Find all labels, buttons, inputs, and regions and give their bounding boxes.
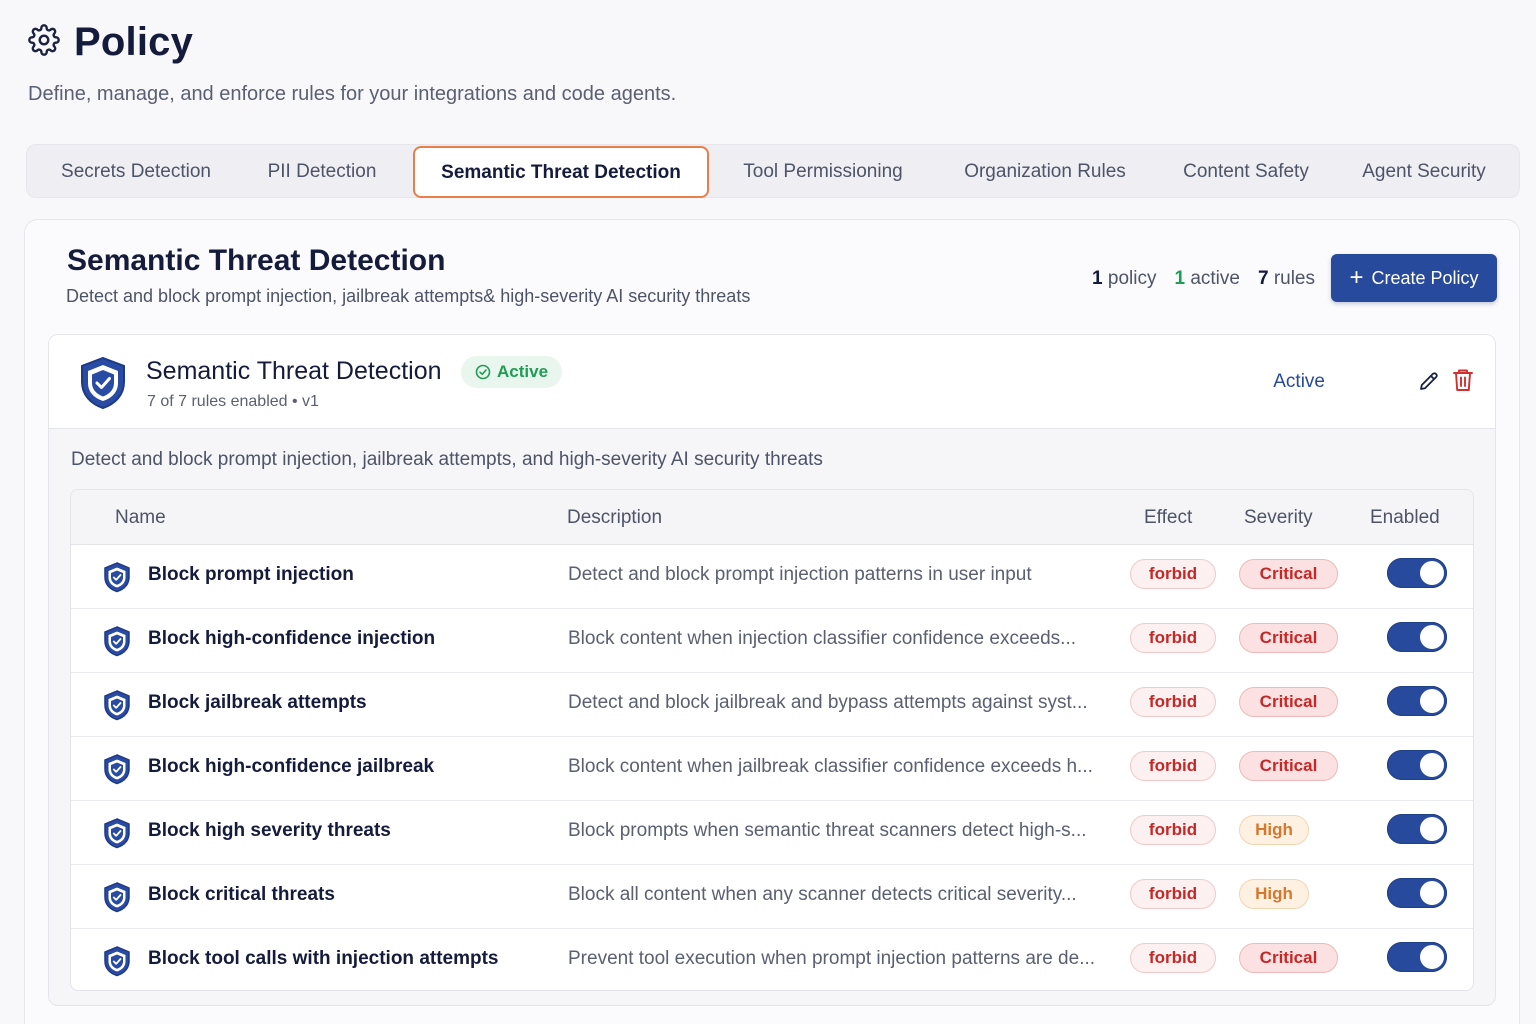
shield-check-icon [101, 881, 133, 913]
policy-card-header: Semantic Threat Detection Active 7 of 7 … [49, 335, 1495, 429]
shield-check-icon [101, 625, 133, 657]
plus-icon: + [1349, 264, 1364, 291]
policy-section-panel: Semantic Threat Detection Detect and blo… [24, 219, 1520, 1024]
shield-check-icon [101, 561, 133, 593]
trash-icon[interactable] [1451, 367, 1475, 393]
rule-description: Detect and block prompt injection patter… [568, 564, 1032, 585]
policy-count-stat: 1 policy [1092, 268, 1157, 289]
policy-description: Detect and block prompt injection, jailb… [71, 449, 823, 470]
severity-badge: High [1239, 879, 1309, 909]
severity-badge: Critical [1239, 623, 1338, 653]
table-row[interactable]: Block critical threats Block all content … [71, 865, 1473, 929]
policy-tabs: Secrets Detection PII Detection Semantic… [26, 144, 1520, 198]
rule-description: Block content when jailbreak classifier … [568, 756, 1093, 777]
section-title: Semantic Threat Detection [67, 244, 446, 277]
effect-badge: forbid [1130, 751, 1216, 781]
tab-pii-detection[interactable]: PII Detection [255, 145, 389, 199]
rule-description: Block content when injection classifier … [568, 628, 1076, 649]
rule-enabled-toggle[interactable] [1387, 686, 1447, 716]
rule-name: Block high-confidence injection [148, 628, 436, 649]
rule-enabled-toggle[interactable] [1387, 878, 1447, 908]
effect-badge: forbid [1130, 559, 1216, 589]
effect-badge: forbid [1130, 687, 1216, 717]
policy-card: Semantic Threat Detection Active 7 of 7 … [48, 334, 1496, 1006]
table-row[interactable]: Block high severity threats Block prompts… [71, 801, 1473, 865]
policy-status-badge: Active [461, 356, 563, 388]
rule-name: Block critical threats [148, 884, 335, 905]
effect-badge: forbid [1130, 623, 1216, 653]
table-row[interactable]: Block high-confidence injection Block con… [71, 609, 1473, 673]
pencil-icon[interactable] [1417, 369, 1441, 393]
page-header: Policy Define, manage, and enforce rules… [28, 20, 676, 106]
page-subtitle: Define, manage, and enforce rules for yo… [28, 83, 677, 105]
table-header: Name Description Effect Severity Enabled [71, 490, 1473, 545]
tab-tool-permissioning[interactable]: Tool Permissioning [729, 145, 917, 199]
tab-content-safety[interactable]: Content Safety [1171, 145, 1321, 199]
section-stats: 1 policy 1 active 7 rules [1092, 268, 1315, 290]
severity-badge: Critical [1239, 687, 1338, 717]
active-count-stat: 1 active [1174, 268, 1240, 289]
rule-enabled-toggle[interactable] [1387, 558, 1447, 588]
shield-check-icon [101, 817, 133, 849]
rules-count-stat: 7 rules [1257, 268, 1315, 289]
shield-check-icon [101, 945, 133, 977]
table-row[interactable]: Block prompt injection Detect and block p… [71, 545, 1473, 609]
rule-name: Block high-confidence jailbreak [148, 756, 435, 777]
rule-description: Block all content when any scanner detec… [568, 884, 1077, 905]
page-title: Policy [74, 20, 194, 64]
check-circle-icon [475, 364, 491, 380]
tab-semantic-threat-detection[interactable]: Semantic Threat Detection [413, 146, 709, 198]
severity-badge: Critical [1239, 751, 1338, 781]
column-name: Name [115, 507, 166, 528]
rule-description: Block prompts when semantic threat scann… [568, 820, 1087, 841]
rule-name: Block jailbreak attempts [148, 692, 367, 713]
table-row[interactable]: Block jailbreak attempts Detect and block… [71, 673, 1473, 737]
column-effect: Effect [1144, 507, 1193, 528]
effect-badge: forbid [1130, 879, 1216, 909]
create-policy-button[interactable]: + Create Policy [1331, 254, 1497, 302]
effect-badge: forbid [1130, 815, 1216, 845]
table-row[interactable]: Block tool calls with injection attempts… [71, 929, 1473, 990]
policy-toggle-label: Active [1273, 371, 1325, 392]
rule-name: Block tool calls with injection attempts [148, 948, 499, 969]
section-description: Detect and block prompt injection, jailb… [66, 286, 751, 306]
rule-name: Block high severity threats [148, 820, 391, 841]
column-description: Description [567, 507, 663, 528]
severity-badge: Critical [1239, 559, 1338, 589]
tab-agent-security[interactable]: Agent Security [1349, 145, 1499, 199]
effect-badge: forbid [1130, 943, 1216, 973]
rule-name: Block prompt injection [148, 564, 354, 585]
table-row[interactable]: Block high-confidence jailbreak Block con… [71, 737, 1473, 801]
shield-check-icon [101, 753, 133, 785]
policy-name: Semantic Threat Detection [146, 357, 442, 385]
shield-check-icon [101, 689, 133, 721]
rule-enabled-toggle[interactable] [1387, 942, 1447, 972]
gear-icon [28, 24, 60, 61]
rule-description: Detect and block jailbreak and bypass at… [568, 692, 1088, 713]
tab-secrets-detection[interactable]: Secrets Detection [45, 145, 227, 199]
rules-table: Name Description Effect Severity Enabled… [70, 489, 1474, 991]
column-severity: Severity [1244, 507, 1313, 528]
shield-check-icon [77, 355, 129, 411]
severity-badge: High [1239, 815, 1309, 845]
tab-organization-rules[interactable]: Organization Rules [949, 145, 1141, 199]
severity-badge: Critical [1239, 943, 1338, 973]
column-enabled: Enabled [1370, 507, 1440, 528]
policy-meta: 7 of 7 rules enabled • v1 [147, 393, 319, 410]
rule-description: Prevent tool execution when prompt injec… [568, 948, 1096, 969]
rule-enabled-toggle[interactable] [1387, 750, 1447, 780]
rule-enabled-toggle[interactable] [1387, 814, 1447, 844]
rule-enabled-toggle[interactable] [1387, 622, 1447, 652]
